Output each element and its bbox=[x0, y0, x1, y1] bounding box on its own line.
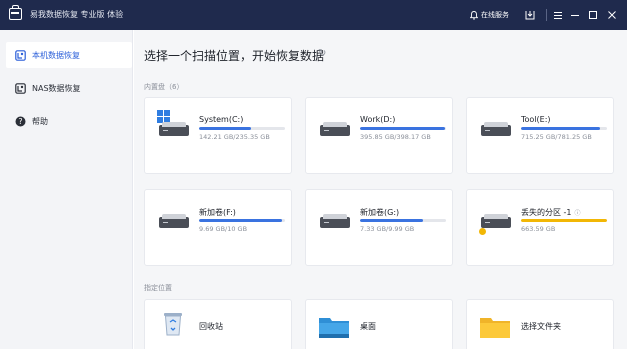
refresh-icon[interactable]: ↻ bbox=[318, 48, 326, 59]
nas-recovery-icon bbox=[14, 82, 26, 94]
drive-name: 丢失的分区 -1 ⓘ bbox=[521, 208, 581, 217]
online-service-label: 在线服务 bbox=[481, 11, 509, 19]
drive-size: 395.85 GB/398.17 GB bbox=[360, 133, 431, 141]
drive-usage-bar bbox=[360, 219, 446, 222]
app-logo-icon bbox=[9, 5, 22, 20]
minimize-icon[interactable] bbox=[568, 8, 582, 22]
drive-name: Tool(E:) bbox=[521, 115, 551, 124]
drive-usage-bar bbox=[199, 127, 285, 130]
drive-card-g[interactable]: 新加卷(G:) 7.33 GB/9.99 GB bbox=[305, 189, 453, 266]
warning-dot-icon bbox=[479, 228, 486, 235]
page-title: 选择一个扫描位置，开始恢复数据 bbox=[144, 49, 325, 63]
sidebar-item-help[interactable]: ? 帮助 bbox=[6, 108, 132, 134]
drive-size: 142.21 GB/235.35 GB bbox=[199, 133, 270, 141]
hard-drive-icon bbox=[320, 122, 350, 136]
location-name: 回收站 bbox=[199, 322, 223, 331]
location-card-choose-folder[interactable]: 选择文件夹 bbox=[466, 299, 614, 349]
main-panel: 选择一个扫描位置，开始恢复数据 ↻ 内置盘（6） System(C:) 142.… bbox=[134, 30, 627, 349]
drive-card-e[interactable]: Tool(E:) 715.25 GB/781.25 GB bbox=[466, 97, 614, 174]
online-service-button[interactable]: 在线服务 bbox=[470, 8, 509, 22]
drive-size: 9.69 GB/10 GB bbox=[199, 225, 248, 233]
drive-usage-bar bbox=[521, 219, 607, 222]
titlebar-divider bbox=[546, 9, 547, 21]
disks-section-label: 内置盘（6） bbox=[144, 83, 184, 91]
sidebar-item-label: 本机数据恢复 bbox=[32, 50, 80, 60]
location-card-recycle-bin[interactable]: 回收站 bbox=[144, 299, 292, 349]
drive-usage-bar bbox=[360, 127, 446, 130]
close-icon[interactable] bbox=[605, 8, 619, 22]
folder-icon bbox=[480, 318, 510, 338]
title-bar: 易我数据恢复 专业版 体验 在线服务 bbox=[0, 0, 627, 30]
menu-icon[interactable] bbox=[551, 8, 565, 22]
help-icon: ? bbox=[14, 115, 26, 127]
drive-name: 新加卷(F:) bbox=[199, 208, 236, 217]
drive-size: 715.25 GB/781.25 GB bbox=[521, 133, 592, 141]
drive-card-d[interactable]: Work(D:) 395.85 GB/398.17 GB bbox=[305, 97, 453, 174]
drive-card-lost-partition[interactable]: 丢失的分区 -1 ⓘ 663.59 GB bbox=[466, 189, 614, 266]
location-name: 选择文件夹 bbox=[521, 322, 561, 331]
hard-drive-icon bbox=[320, 214, 350, 228]
drive-usage-bar bbox=[521, 127, 607, 130]
location-name: 桌面 bbox=[360, 322, 376, 331]
recycle-bin-icon bbox=[164, 313, 182, 336]
sidebar: 本机数据恢复 NAS数据恢复 ? 帮助 bbox=[0, 30, 133, 349]
lost-partition-icon bbox=[481, 214, 511, 228]
drive-name: Work(D:) bbox=[360, 115, 396, 124]
export-icon[interactable] bbox=[523, 8, 537, 22]
sidebar-item-nas-recovery[interactable]: NAS数据恢复 bbox=[6, 75, 132, 101]
app-title: 易我数据恢复 专业版 体验 bbox=[30, 10, 124, 19]
sidebar-item-label: 帮助 bbox=[32, 116, 48, 126]
system-drive-icon bbox=[159, 122, 189, 136]
drive-size: 663.59 GB bbox=[521, 225, 556, 233]
svg-text:?: ? bbox=[18, 117, 22, 126]
hard-drive-icon bbox=[481, 122, 511, 136]
drive-size: 7.33 GB/9.99 GB bbox=[360, 225, 415, 233]
desktop-folder-icon bbox=[319, 318, 349, 338]
info-icon[interactable]: ⓘ bbox=[575, 210, 581, 217]
drive-name: 新加卷(G:) bbox=[360, 208, 400, 217]
locations-section-label: 指定位置 bbox=[144, 284, 172, 292]
drive-card-c[interactable]: System(C:) 142.21 GB/235.35 GB bbox=[144, 97, 292, 174]
drive-usage-bar bbox=[199, 219, 285, 222]
sidebar-item-local-recovery[interactable]: 本机数据恢复 bbox=[6, 42, 132, 68]
bell-icon bbox=[470, 10, 478, 20]
drive-card-f[interactable]: 新加卷(F:) 9.69 GB/10 GB bbox=[144, 189, 292, 266]
hard-drive-icon bbox=[159, 214, 189, 228]
location-card-desktop[interactable]: 桌面 bbox=[305, 299, 453, 349]
sidebar-item-label: NAS数据恢复 bbox=[32, 83, 81, 93]
local-recovery-icon bbox=[14, 49, 26, 61]
maximize-icon[interactable] bbox=[586, 8, 600, 22]
drive-name: System(C:) bbox=[199, 115, 244, 124]
